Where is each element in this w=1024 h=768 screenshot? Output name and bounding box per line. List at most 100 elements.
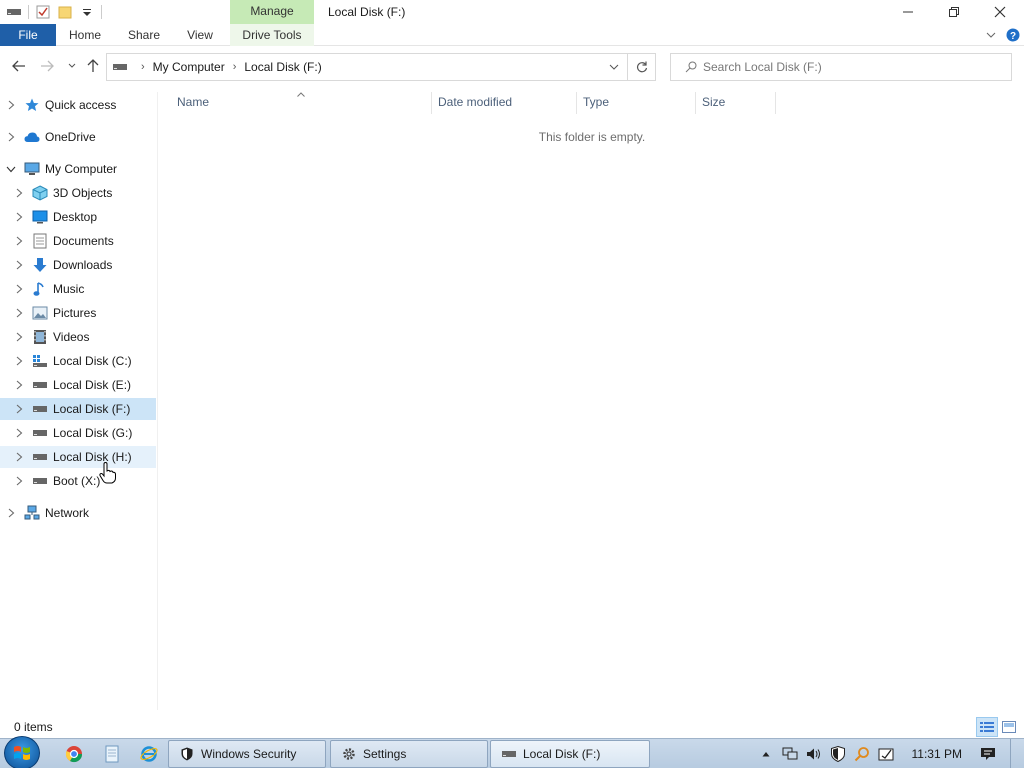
tree-item-my-computer[interactable]: My Computer <box>0 158 156 180</box>
show-desktop-button[interactable] <box>1010 739 1024 768</box>
taskbar: Windows Security Settings Local Disk (F:… <box>0 736 1024 768</box>
tree-item-music[interactable]: Music <box>0 278 156 300</box>
chevron-right-icon[interactable] <box>13 307 25 319</box>
tree-item-label: Desktop <box>53 210 98 224</box>
breadcrumb-separator-icon[interactable]: › <box>141 61 145 73</box>
column-divider[interactable] <box>695 92 696 114</box>
close-button[interactable] <box>977 0 1023 24</box>
minimize-button[interactable] <box>885 0 931 24</box>
help-button[interactable]: ? <box>1002 24 1024 46</box>
show-hidden-icons-button[interactable] <box>758 746 774 762</box>
drive-icon[interactable] <box>6 4 22 20</box>
chevron-right-icon[interactable] <box>5 131 17 143</box>
breadcrumb-my-computer[interactable]: My Computer <box>153 60 225 74</box>
column-header-size[interactable]: Size <box>702 92 774 112</box>
details-view-icon <box>980 722 994 732</box>
tree-item-local-disk-h[interactable]: Local Disk (H:) <box>0 446 156 468</box>
up-button[interactable] <box>84 57 102 75</box>
expand-ribbon-button[interactable] <box>980 24 1002 46</box>
refresh-button[interactable] <box>627 54 655 80</box>
back-button[interactable] <box>10 57 28 75</box>
search-box[interactable] <box>670 53 1012 81</box>
tree-item-pictures[interactable]: Pictures <box>0 302 156 324</box>
chevron-right-icon[interactable] <box>13 283 25 295</box>
tab-drive-tools[interactable]: Drive Tools <box>230 24 314 46</box>
large-icons-view-button[interactable] <box>998 717 1020 737</box>
tree-item-network[interactable]: Network <box>0 502 156 524</box>
chevron-right-icon[interactable] <box>5 507 17 519</box>
breadcrumb-separator-icon[interactable]: › <box>233 61 237 73</box>
internet-explorer-icon[interactable] <box>138 743 160 765</box>
tab-share[interactable]: Share <box>122 24 166 46</box>
tree-item-boot-x[interactable]: Boot (X:) <box>0 470 156 492</box>
column-header-type[interactable]: Type <box>583 92 695 112</box>
star-icon <box>24 97 40 113</box>
quick-access-toolbar <box>0 0 102 24</box>
column-divider[interactable] <box>576 92 577 114</box>
tab-manage[interactable]: Manage <box>230 0 314 24</box>
details-view-button[interactable] <box>976 717 998 737</box>
tab-file[interactable]: File <box>0 24 56 46</box>
chevron-right-icon[interactable] <box>13 187 25 199</box>
tree-item-onedrive[interactable]: OneDrive <box>0 126 156 148</box>
action-center-tray-icon[interactable] <box>878 746 894 762</box>
start-button[interactable] <box>4 736 40 768</box>
search-input[interactable] <box>703 60 1003 74</box>
chevron-right-icon[interactable] <box>13 235 25 247</box>
restore-button[interactable] <box>931 0 977 24</box>
forward-button[interactable] <box>38 57 56 75</box>
chevron-right-icon[interactable] <box>5 99 17 111</box>
tree-item-videos[interactable]: Videos <box>0 326 156 348</box>
tab-view[interactable]: View <box>180 24 220 46</box>
tree-item-desktop[interactable]: Desktop <box>0 206 156 228</box>
column-header-date-modified[interactable]: Date modified <box>438 92 576 112</box>
chevron-right-icon[interactable] <box>13 355 25 367</box>
navigation-bar: › My Computer › Local Disk (F:) <box>0 47 1024 85</box>
chevron-right-icon[interactable] <box>13 475 25 487</box>
tree-item-local-disk-e[interactable]: Local Disk (E:) <box>0 374 156 396</box>
tree-item-quick-access[interactable]: Quick access <box>0 94 156 116</box>
chevron-right-icon[interactable] <box>13 451 25 463</box>
chevron-right-icon[interactable] <box>13 427 25 439</box>
chevron-right-icon[interactable] <box>13 259 25 271</box>
chevron-right-icon[interactable] <box>13 403 25 415</box>
tree-item-label: Pictures <box>53 306 97 320</box>
chevron-right-icon[interactable] <box>13 211 25 223</box>
taskbar-button-settings[interactable]: Settings <box>330 740 488 768</box>
chrome-icon[interactable] <box>63 743 85 765</box>
column-divider[interactable] <box>431 92 432 114</box>
tree-item-local-disk-g[interactable]: Local Disk (G:) <box>0 422 156 444</box>
status-bar: 0 items <box>0 716 1024 738</box>
tree-item-documents[interactable]: Documents <box>0 230 156 252</box>
new-folder-icon[interactable] <box>57 4 73 20</box>
tree-item-local-disk-c[interactable]: Local Disk (C:) <box>0 350 156 372</box>
tree-item-3d-objects[interactable]: 3D Objects <box>0 182 156 204</box>
refresh-icon <box>636 61 647 73</box>
restore-icon <box>949 7 959 17</box>
chevron-down-icon[interactable] <box>5 163 17 175</box>
tree-item-local-disk-f[interactable]: Local Disk (F:) <box>0 398 156 420</box>
tree-item-downloads[interactable]: Downloads <box>0 254 156 276</box>
taskbar-button-local-disk-f[interactable]: Local Disk (F:) <box>490 740 650 768</box>
breadcrumb-local-disk-f[interactable]: Local Disk (F:) <box>244 60 321 74</box>
volume-icon[interactable] <box>806 746 822 762</box>
address-bar[interactable]: › My Computer › Local Disk (F:) <box>106 53 656 81</box>
address-dropdown-button[interactable] <box>607 60 621 74</box>
taskbar-button-windows-security[interactable]: Windows Security <box>168 740 326 768</box>
column-header-name[interactable]: Name <box>177 92 427 112</box>
notifications-icon[interactable] <box>980 746 996 762</box>
notepad-icon[interactable] <box>101 743 123 765</box>
clock[interactable]: 11:31 PM <box>912 747 962 761</box>
chevron-right-icon[interactable] <box>13 379 25 391</box>
security-shield-tray-icon[interactable] <box>830 746 846 762</box>
minimize-icon <box>903 11 913 13</box>
column-divider[interactable] <box>775 92 776 114</box>
customize-dropdown-icon[interactable] <box>79 4 95 20</box>
search-tray-icon[interactable] <box>854 746 870 762</box>
tab-home[interactable]: Home <box>62 24 108 46</box>
properties-icon[interactable] <box>35 4 51 20</box>
chevron-right-icon[interactable] <box>13 331 25 343</box>
network-tray-icon[interactable] <box>782 746 798 762</box>
recent-locations-button[interactable] <box>63 57 81 75</box>
file-list[interactable]: Name Date modified Type Size This folder… <box>160 92 1024 710</box>
